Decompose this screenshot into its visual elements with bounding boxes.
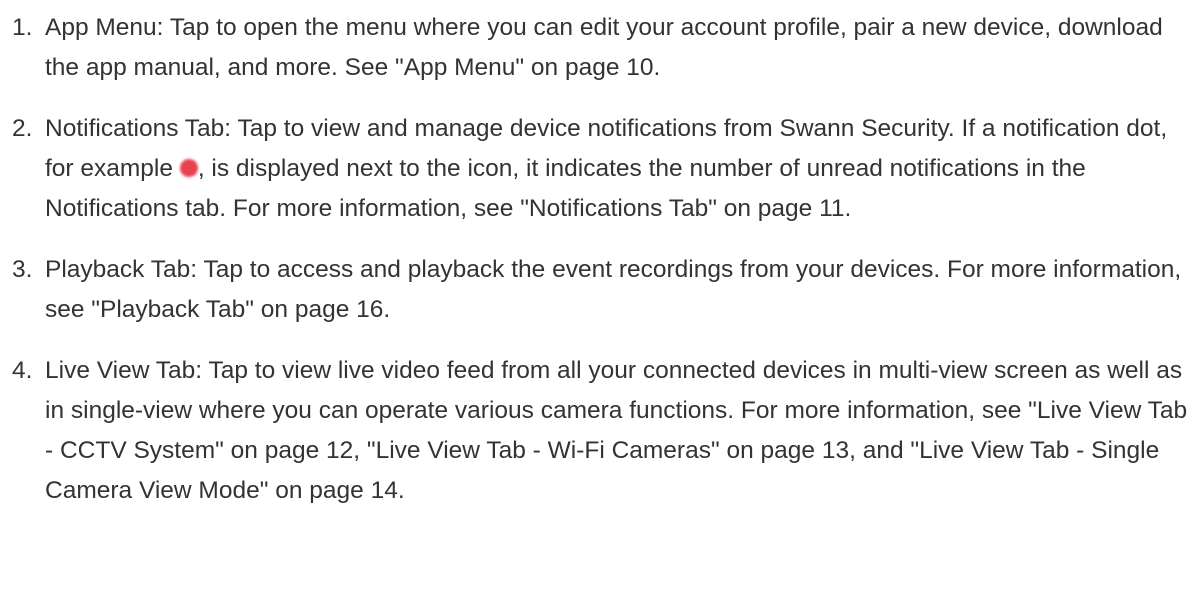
list-item-live-view-tab: 4. Live View Tab: Tap to view live video… [12,351,1188,511]
item-text-after: , is displayed next to the icon, it indi… [45,155,1086,222]
list-item-playback-tab: 3. Playback Tab: Tap to access and playb… [12,250,1188,330]
notification-dot-icon [179,159,198,177]
item-number: 4. [12,357,33,384]
list-item-app-menu: 1. App Menu: Tap to open the menu where … [12,8,1188,88]
item-text: App Menu: Tap to open the menu where you… [45,14,1163,81]
app-overview-list: 1. App Menu: Tap to open the menu where … [12,8,1188,532]
manual-page: 1. App Menu: Tap to open the menu where … [0,0,1192,592]
item-text: Live View Tab: Tap to view live video fe… [45,357,1188,504]
item-text: Playback Tab: Tap to access and playback… [45,256,1182,323]
item-number: 3. [12,256,33,283]
item-number: 1. [12,14,33,41]
item-number: 2. [12,115,33,142]
list-item-notifications-tab: 2. Notifications Tab: Tap to view and ma… [12,109,1188,229]
